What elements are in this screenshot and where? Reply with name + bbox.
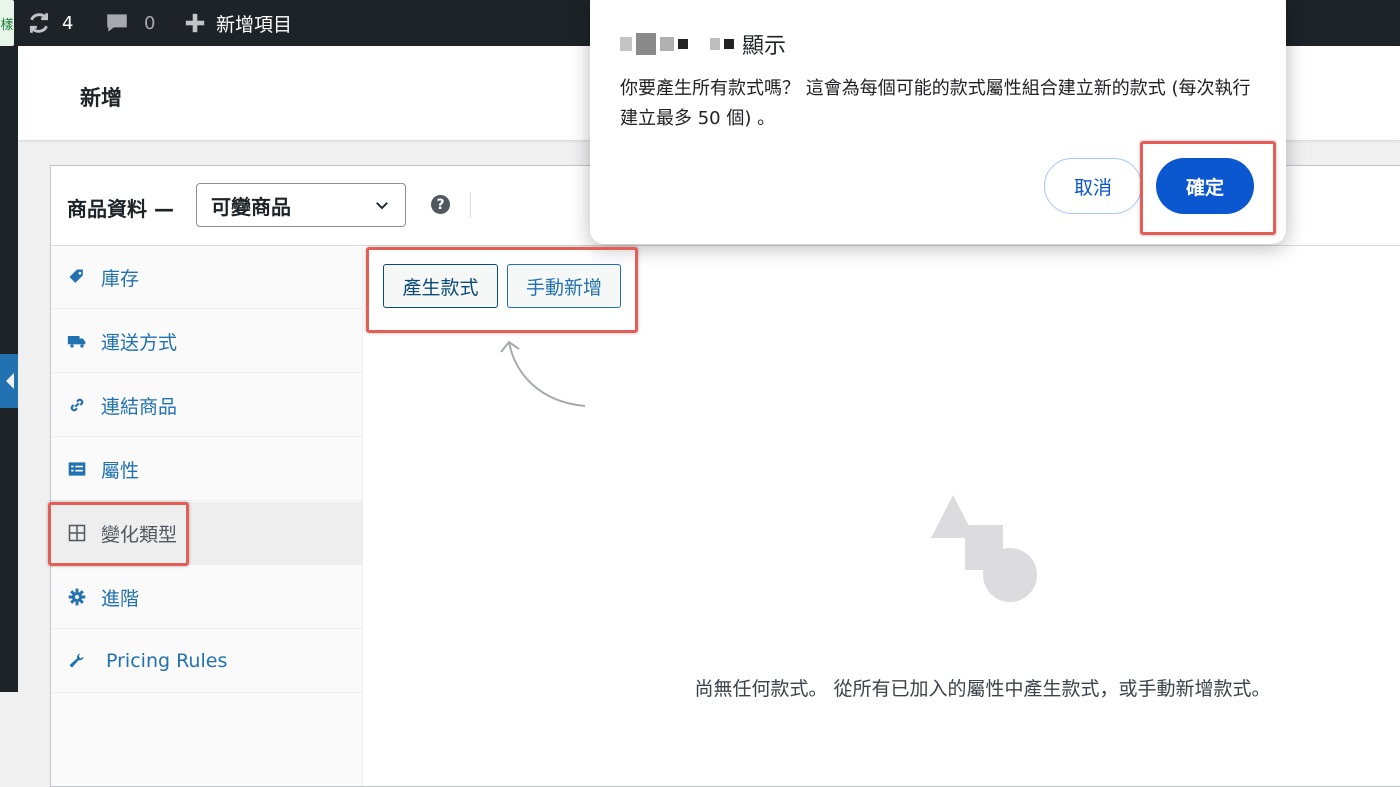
annotation-box-confirm — [1140, 141, 1276, 235]
tab-label: 運送方式 — [101, 331, 178, 354]
tab-label: Pricing Rules — [106, 650, 228, 672]
link-icon — [67, 395, 87, 415]
updates-count: 4 — [62, 12, 74, 34]
chevron-down-icon — [376, 202, 388, 210]
refresh-icon — [30, 13, 48, 33]
tab-pricing-rules[interactable]: Pricing Rules — [51, 630, 362, 693]
dialog-message: 你要產生所有款式嗎？ 這會為每個可能的款式屬性組合建立新的款式 (每次執行建立最… — [620, 78, 1251, 129]
tab-attributes[interactable]: 屬性 — [51, 438, 362, 501]
tab-label: 連結商品 — [101, 395, 178, 418]
comments-link[interactable]: 0 — [104, 0, 155, 46]
tab-shipping[interactable]: 運送方式 — [51, 310, 362, 373]
comment-icon — [107, 14, 127, 32]
dialog-title-text: 顯示 — [742, 34, 787, 59]
blurred-site-name — [620, 33, 734, 55]
plus-icon — [185, 13, 205, 33]
dialog-title: 顯示 — [620, 28, 786, 60]
tab-linked-products[interactable]: 連結商品 — [51, 374, 362, 437]
tab-label: 進階 — [101, 587, 140, 610]
product-data-title: 商品資料 — — [67, 197, 174, 221]
tab-inventory[interactable]: 庫存 — [51, 246, 362, 309]
list-icon — [67, 459, 87, 479]
product-type-value: 可變商品 — [211, 194, 291, 219]
product-type-select[interactable]: 可變商品 — [196, 183, 406, 227]
header-divider — [470, 192, 471, 218]
new-item-link[interactable]: 新增項目 — [184, 0, 292, 46]
empty-state-message: 尚無任何款式。 從所有已加入的屬性中產生款式，或手動新增款式。 — [694, 678, 1271, 700]
gear-icon — [67, 587, 87, 607]
page-title: 新增 — [80, 86, 122, 110]
cancel-button[interactable]: 取消 — [1044, 158, 1142, 214]
help-icon[interactable]: ? — [431, 195, 450, 214]
tag-icon — [67, 267, 87, 287]
updates-link[interactable]: 4 — [26, 0, 73, 46]
empty-state-shapes-icon — [931, 495, 1037, 602]
site-badge[interactable]: 樣 — [0, 0, 14, 46]
admin-menu-lower — [0, 692, 18, 768]
annotation-box-buttons — [366, 247, 638, 333]
tab-advanced[interactable]: 進階 — [51, 566, 362, 629]
tab-label: 庫存 — [101, 267, 140, 290]
admin-menu-current-indicator[interactable] — [0, 354, 18, 408]
comments-count: 0 — [144, 12, 156, 34]
wrench-icon — [67, 651, 87, 671]
truck-icon — [67, 331, 87, 351]
new-item-label: 新增項目 — [216, 13, 293, 36]
annotation-box-variations-tab — [48, 502, 189, 566]
hint-arrow-icon — [500, 340, 586, 407]
tab-label: 屬性 — [101, 459, 140, 482]
